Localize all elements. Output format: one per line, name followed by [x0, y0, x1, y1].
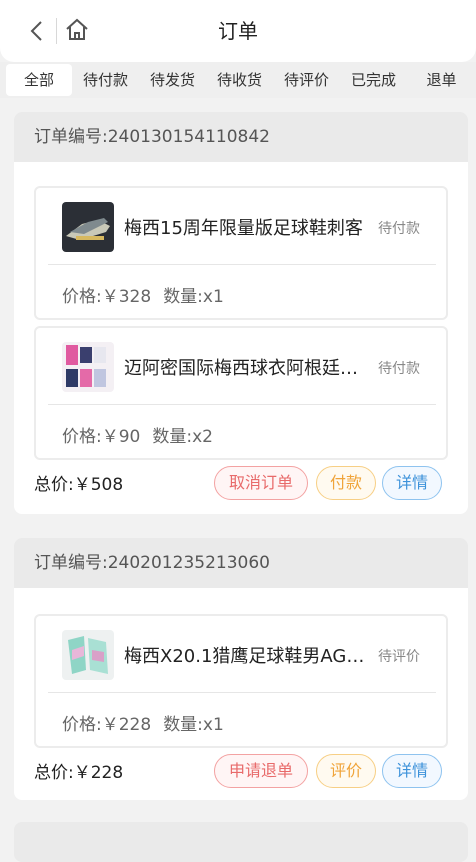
details-button[interactable]: 详情	[382, 754, 442, 788]
tab-pending-receipt[interactable]: 待收货	[206, 64, 273, 96]
item-divider	[48, 692, 436, 693]
product-thumbnail	[62, 630, 114, 680]
item-quantity: 数量:x2	[152, 427, 213, 447]
order-item[interactable]: 梅西X20.1猎鹰足球鞋男AG短钉 待评价 价格:￥228 数量:x1	[34, 614, 448, 748]
order-status-tabs: 全部 待付款 待发货 待收货 待评价 已完成 退单	[0, 62, 476, 98]
order-item[interactable]: 梅西15周年限量版足球鞋刺客 待付款 价格:￥328 数量:x1	[34, 186, 448, 320]
order-total: 总价:￥228	[34, 763, 124, 783]
item-price: 价格:￥328	[62, 287, 152, 307]
item-price-row: 价格:￥228 数量:x1	[62, 710, 224, 735]
order-number: 订单编号:240201235213060	[14, 538, 468, 588]
product-thumbnail	[62, 342, 114, 392]
top-bar: 订单	[0, 0, 476, 62]
product-name: 梅西X20.1猎鹰足球鞋男AG短钉	[124, 646, 374, 667]
product-thumbnail	[62, 202, 114, 252]
page-title: 订单	[218, 19, 258, 43]
item-status: 待付款	[378, 221, 420, 237]
product-name: 迈阿密国际梅西球衣阿根廷球衣	[124, 358, 374, 379]
order-item[interactable]: 迈阿密国际梅西球衣阿根廷球衣 待付款 价格:￥90 数量:x2	[34, 326, 448, 460]
order-card: 订单编号:240130154110842 梅西15周年限量版足球鞋刺客 待付款 …	[14, 112, 468, 514]
request-refund-button[interactable]: 申请退单	[214, 754, 308, 788]
item-price-row: 价格:￥328 数量:x1	[62, 282, 224, 307]
tab-refund[interactable]: 退单	[407, 64, 476, 96]
item-status: 待付款	[378, 361, 420, 377]
cancel-order-button[interactable]: 取消订单	[214, 466, 308, 500]
tab-pending-payment[interactable]: 待付款	[72, 64, 139, 96]
item-quantity: 数量:x1	[163, 715, 224, 735]
tab-all[interactable]: 全部	[6, 64, 72, 96]
item-divider	[48, 404, 436, 405]
order-number: 订单编号:240130154110842	[14, 112, 468, 162]
tab-pending-review[interactable]: 待评价	[273, 64, 340, 96]
pay-button[interactable]: 付款	[316, 466, 376, 500]
tab-pending-shipment[interactable]: 待发货	[139, 64, 206, 96]
item-price: 价格:￥90	[62, 427, 141, 447]
order-card: 订单编号:240201235213060 梅西X20.1猎鹰足球鞋男AG短钉 待…	[14, 538, 468, 800]
product-name: 梅西15周年限量版足球鞋刺客	[124, 218, 363, 239]
order-card	[14, 822, 468, 862]
item-price-row: 价格:￥90 数量:x2	[62, 422, 213, 447]
item-divider	[48, 264, 436, 265]
order-header-partial	[14, 822, 468, 862]
order-total: 总价:￥508	[34, 475, 124, 495]
item-quantity: 数量:x1	[163, 287, 224, 307]
details-button[interactable]: 详情	[382, 466, 442, 500]
item-status: 待评价	[378, 649, 420, 665]
review-button[interactable]: 评价	[316, 754, 376, 788]
item-price: 价格:￥228	[62, 715, 152, 735]
tab-completed[interactable]: 已完成	[340, 64, 407, 96]
